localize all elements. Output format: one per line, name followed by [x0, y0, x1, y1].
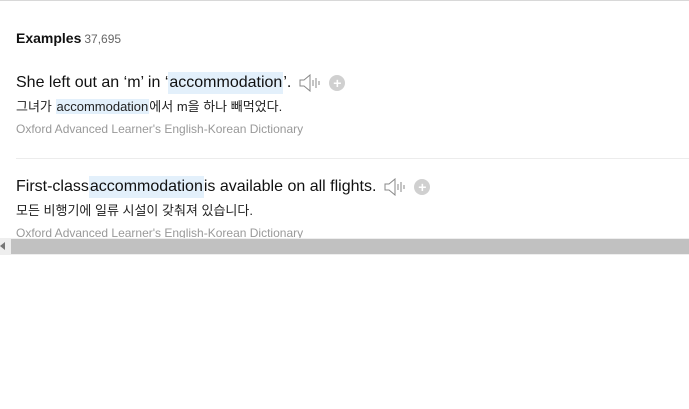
example-source[interactable]: Oxford Advanced Learner's English-Korean… — [16, 122, 689, 136]
example-sentence-en: She left out an ‘m’ in ‘accommodation’. … — [16, 72, 689, 94]
example-sentence-en: First-class accommodation is available o… — [16, 176, 689, 198]
horizontal-scrollbar[interactable] — [0, 238, 689, 255]
example-item: She left out an ‘m’ in ‘accommodation’. … — [16, 72, 689, 136]
translation-text: 그녀가 — [16, 99, 56, 114]
example-text: is available on all flights. — [203, 178, 377, 195]
examples-count: 37,695 — [84, 32, 122, 46]
highlighted-word[interactable]: accommodation — [55, 99, 150, 114]
examples-header: Examples 37,695 — [16, 30, 121, 48]
example-text: ’. — [283, 74, 292, 91]
translation-text: 에서 m을 하나 빼먹었다. — [149, 99, 283, 114]
example-text: First-class — [16, 178, 89, 195]
add-to-wordbook-button[interactable]: + — [414, 179, 431, 195]
scrollbar-thumb[interactable] — [11, 239, 689, 254]
example-item: First-class accommodation is available o… — [16, 176, 689, 238]
highlighted-word[interactable]: accommodation — [88, 176, 204, 198]
scroll-left-arrow-icon[interactable] — [0, 242, 5, 250]
entry-divider — [16, 158, 689, 159]
example-translation-ko: 그녀가 accommodation에서 m을 하나 빼먹었다. — [16, 98, 689, 116]
add-to-wordbook-button[interactable]: + — [329, 75, 346, 91]
translation-text: 모든 비행기에 일류 시설이 갖춰져 있습니다. — [16, 203, 253, 218]
speaker-icon[interactable] — [299, 73, 321, 93]
example-translation-ko: 모든 비행기에 일류 시설이 갖춰져 있습니다. — [16, 202, 689, 220]
examples-section: Examples 37,695 She left out an ‘m’ in ‘a… — [0, 0, 689, 238]
example-source[interactable]: Oxford Advanced Learner's English-Korean… — [16, 226, 689, 238]
examples-title: Examples — [16, 30, 82, 46]
example-text: She left out an ‘m’ in ‘ — [16, 74, 169, 91]
speaker-icon[interactable] — [384, 177, 406, 197]
highlighted-word[interactable]: accommodation — [168, 72, 284, 94]
